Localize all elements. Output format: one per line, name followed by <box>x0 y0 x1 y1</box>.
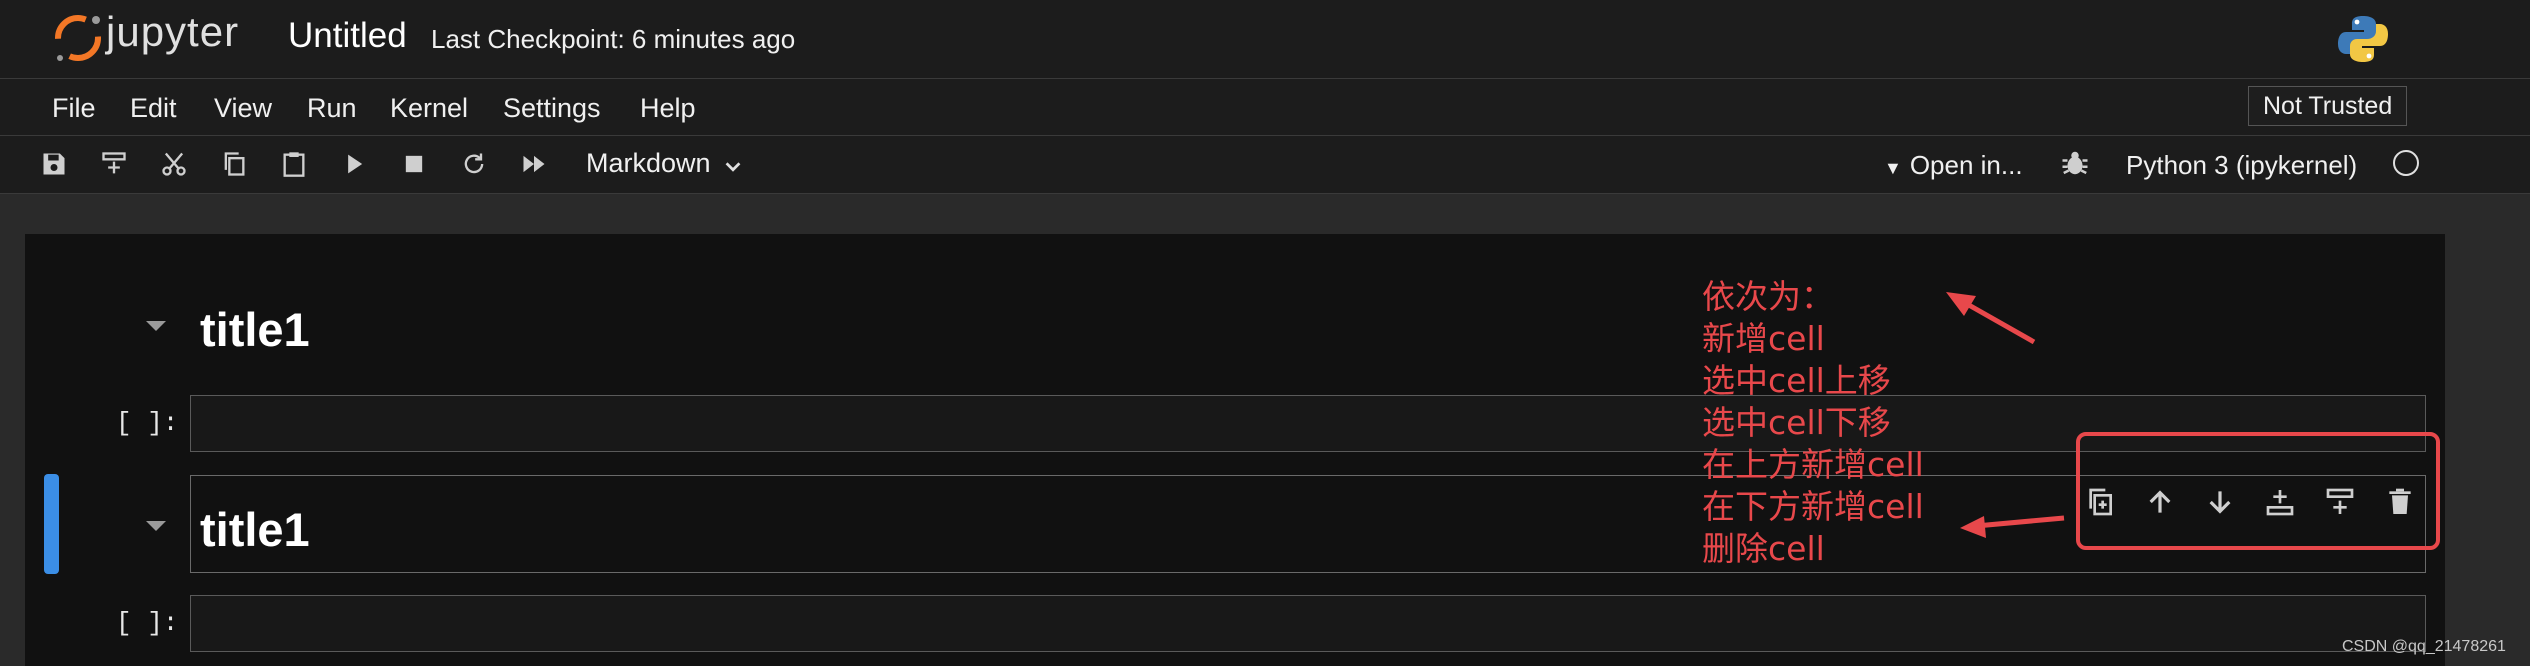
move-up-icon[interactable] <box>2140 482 2180 522</box>
annotation-line: 选中cell上移 <box>1702 361 1891 400</box>
menu-kernel[interactable]: Kernel <box>390 93 468 124</box>
markdown-heading: title1 <box>200 503 310 556</box>
top-header: jupyter Untitled Last Checkpoint: 6 minu… <box>0 0 2530 79</box>
caret-down-icon: ▼ <box>1884 158 1902 178</box>
cut-icon[interactable] <box>156 146 192 182</box>
menu-help[interactable]: Help <box>640 93 696 124</box>
trust-badge[interactable]: Not Trusted <box>2248 86 2408 126</box>
cell-prompt: [ ]: <box>116 408 179 438</box>
menu-edit[interactable]: Edit <box>130 93 177 124</box>
run-icon[interactable] <box>336 146 372 182</box>
python-logo-icon <box>2338 16 2388 62</box>
restart-icon[interactable] <box>456 146 492 182</box>
annotation-text: 依次为： 新增cell 选中cell上移 选中cell下移 在上方新增cell … <box>1702 276 1924 570</box>
checkpoint-status: Last Checkpoint: 6 minutes ago <box>431 24 796 54</box>
annotation-line: 新增cell <box>1702 319 1825 358</box>
annotation-line: 在上方新增cell <box>1702 445 1924 484</box>
chevron-down-icon[interactable] <box>722 156 744 178</box>
code-cell-input[interactable] <box>190 595 2426 652</box>
notebook-title[interactable]: Untitled <box>288 16 407 56</box>
menu-run[interactable]: Run <box>307 93 357 124</box>
jupyter-wordmark: jupyter <box>106 8 240 55</box>
watermark-text: CSDN @qq_21478261 <box>2342 638 2506 655</box>
menu-settings[interactable]: Settings <box>503 93 601 124</box>
notebook-toolbar: Markdown ▼ Open in... Python 3 (ipykernel… <box>0 136 2530 194</box>
markdown-heading: title1 <box>200 303 310 356</box>
insert-cell-below-icon[interactable] <box>96 146 132 182</box>
open-in-label: Open in... <box>1909 150 2023 180</box>
stop-icon[interactable] <box>396 146 432 182</box>
duplicate-cell-icon[interactable] <box>2080 482 2120 522</box>
annotation-line: 删除cell <box>1702 529 1825 568</box>
annotation-line: 在下方新增cell <box>1702 487 1924 526</box>
copy-icon[interactable] <box>216 146 252 182</box>
delete-icon[interactable] <box>2380 482 2420 522</box>
menu-bar: File Edit View Run Kernel Settings Help <box>0 79 2530 136</box>
menu-view[interactable]: View <box>214 93 272 124</box>
bug-icon[interactable] <box>2060 148 2090 178</box>
fast-forward-icon[interactable] <box>516 146 552 182</box>
save-icon[interactable] <box>36 146 72 182</box>
annotation-line: 依次为： <box>1702 277 1834 316</box>
collapse-heading-icon[interactable] <box>146 521 166 531</box>
insert-below-icon[interactable] <box>2320 482 2360 522</box>
paste-icon[interactable] <box>276 146 312 182</box>
open-in-dropdown[interactable]: ▼ Open in... <box>1884 150 2023 181</box>
move-down-icon[interactable] <box>2200 482 2240 522</box>
kernel-idle-icon <box>2393 150 2419 176</box>
kernel-name[interactable]: Python 3 (ipykernel) <box>2126 150 2357 181</box>
annotation-line: 选中cell下移 <box>1702 403 1891 442</box>
cell-prompt: [ ]: <box>116 608 179 638</box>
insert-above-icon[interactable] <box>2260 482 2300 522</box>
active-cell-indicator <box>44 474 59 574</box>
menu-file[interactable]: File <box>52 93 96 124</box>
cell-type-select[interactable]: Markdown <box>586 148 711 179</box>
jupyter-logo-icon[interactable] <box>48 8 108 68</box>
collapse-heading-icon[interactable] <box>146 321 166 331</box>
